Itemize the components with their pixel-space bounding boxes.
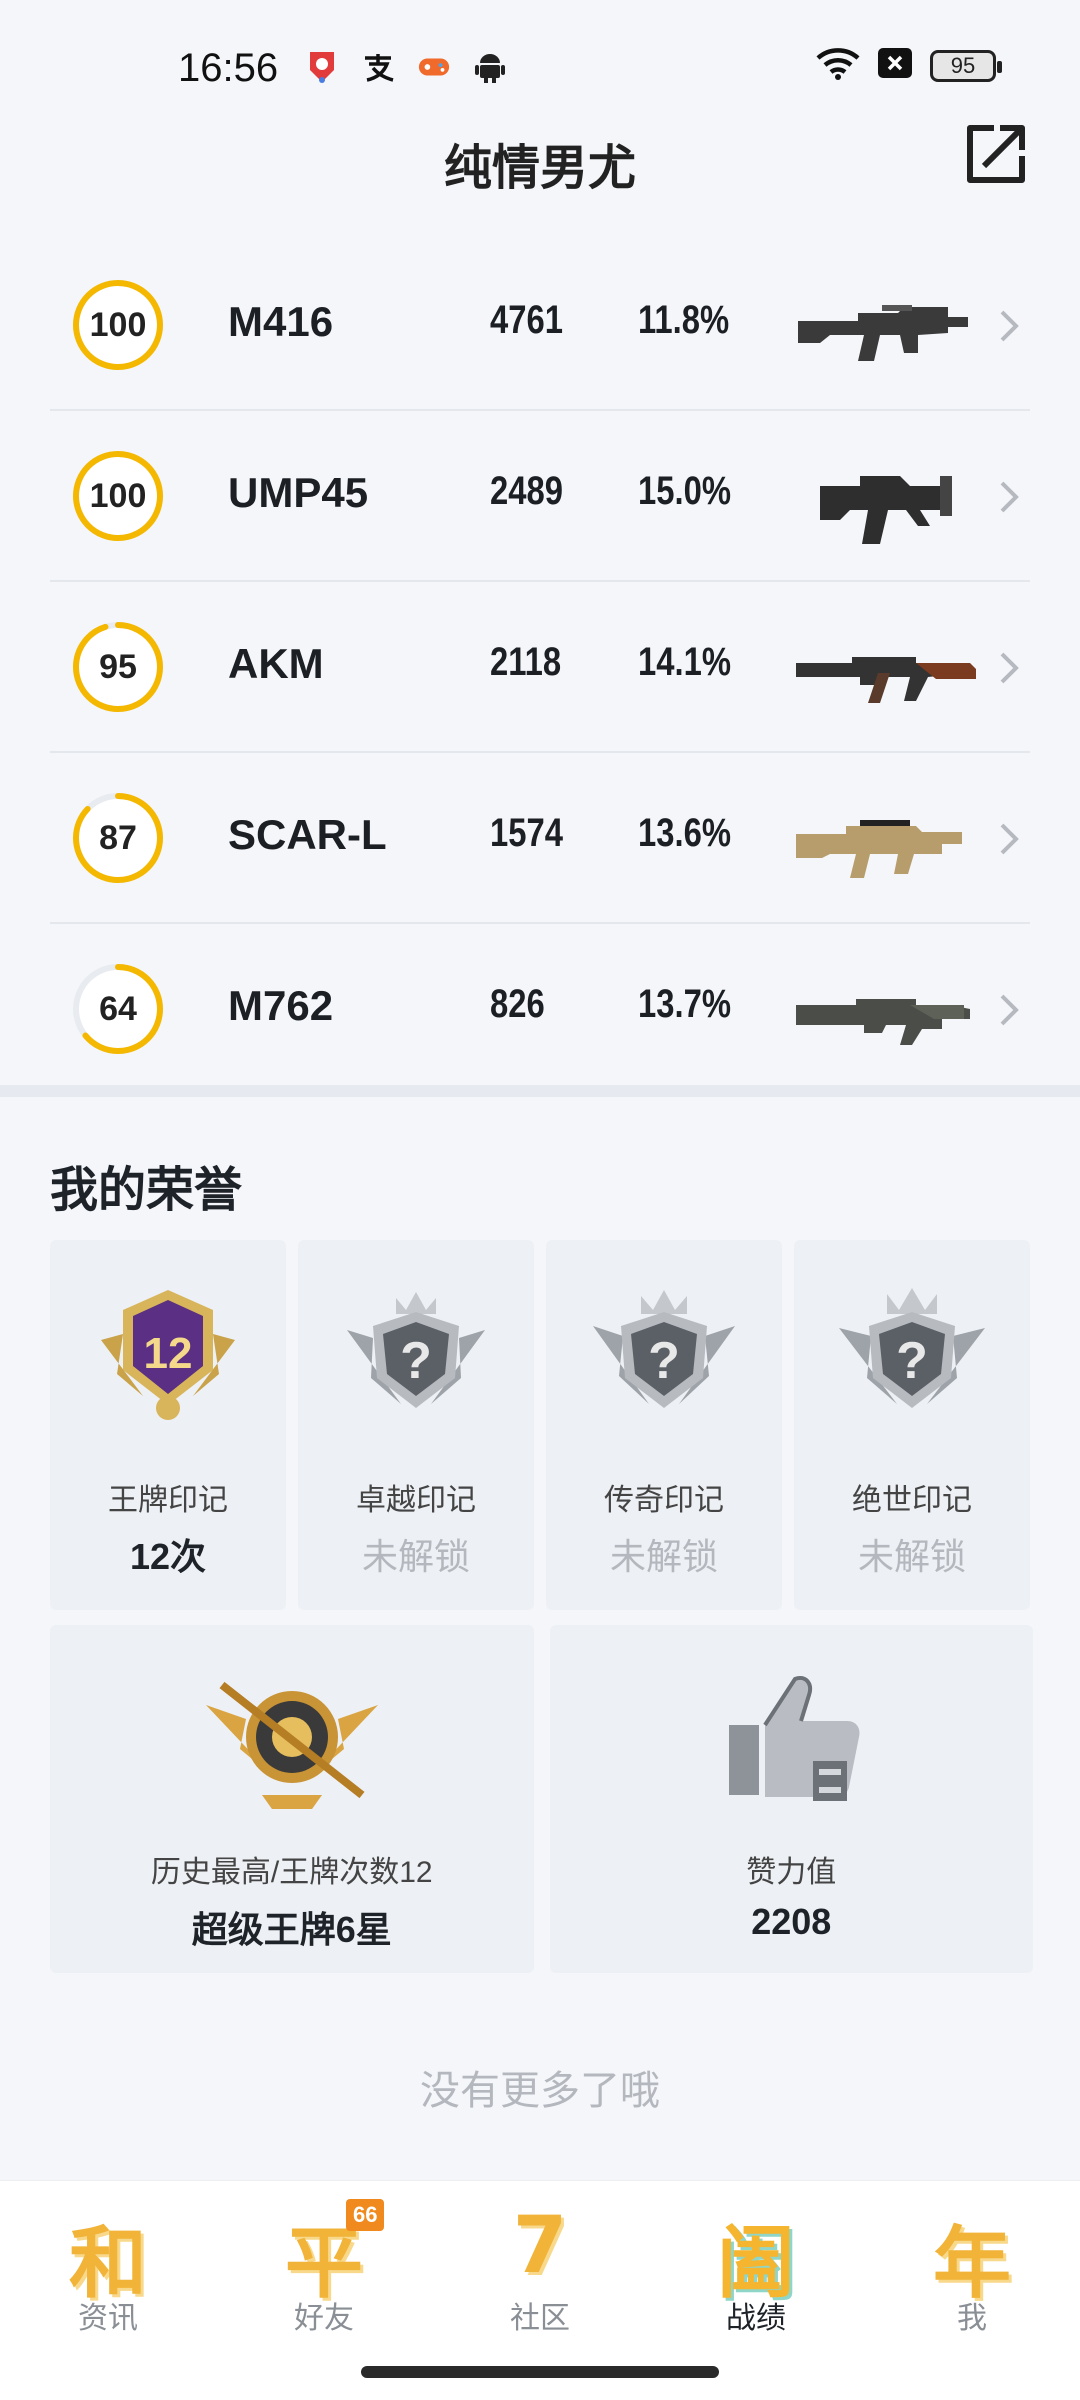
alipay-icon [361,50,395,84]
ace-rank-emblem-icon [202,1665,382,1815]
weapon-kills: 1574 [490,811,563,855]
chevron-right-icon [1000,823,1019,855]
chevron-right-icon [1000,994,1019,1026]
weapon-rate: 13.6% [638,811,732,855]
nav-friends[interactable]: 平 66 好友 [216,2181,432,2341]
thumbs-up-icon [701,1665,881,1815]
weapon-rate: 11.8% [638,298,730,342]
honor-label: 绝世印记 [852,1484,972,1517]
section-divider [0,1085,1080,1097]
svg-text:?: ? [400,1332,432,1390]
weapon-score: 100 [89,306,147,344]
nav-glyph-icon: 7 [512,2201,568,2291]
m762-rifle-icon [796,999,970,1045]
share-external-icon[interactable] [962,122,1028,188]
ace-mark-badge-icon: 12 [93,1280,243,1430]
weapon-rate: 13.7% [638,982,732,1026]
weapon-kills: 826 [490,982,545,1026]
page-title: 纯情男尤 [443,142,636,195]
weapon-kills: 4761 [490,298,563,342]
nav-label: 战绩 [726,2302,786,2335]
highest-rank-card[interactable]: 历史最高/王牌次数12 超级王牌6星 [50,1625,534,1973]
android-icon [473,50,507,84]
weapon-kills: 2118 [490,640,562,684]
status-bar: 16:56 95 [0,0,1080,120]
locked-badge-icon: ? [341,1280,491,1430]
weapon-name: M416 [228,298,334,345]
weapon-rate: 14.1% [638,640,732,684]
honor-value: 未解锁 [857,1536,966,1577]
honor-card-legend[interactable]: ? 传奇印记 未解锁 [546,1240,782,1610]
notification-badge: 66 [346,2199,385,2231]
nav-news[interactable]: 和 资讯 [0,2181,216,2341]
nav-label: 资讯 [78,2302,138,2335]
ump45-smg-icon [820,476,952,544]
ace-badge-number: 12 [144,1329,193,1378]
status-left-icons [305,50,507,84]
nav-label: 我 [957,2302,987,2335]
wifi-icon [816,46,860,85]
weapon-row[interactable]: 100 UMP45 2489 15.0% [50,411,1030,582]
honor-summary-grid: 历史最高/王牌次数12 超级王牌6星 赞力值 2208 [50,1625,1033,1973]
likes-label: 赞力值 [746,1856,837,1889]
m416-rifle-icon [798,305,968,361]
battery-indicator: 95 [930,49,1002,82]
nav-label: 社区 [510,2302,570,2335]
honors-title: 我的荣誉 [50,1164,243,1217]
honor-badges-grid: 12 王牌印记 12次 ? 卓越印记 未解锁 ? 传奇印记 未解锁 ? 绝世印记… [50,1240,1033,1610]
nav-records[interactable]: 阖 战绩 [648,2181,864,2341]
nav-label: 好友 [294,2302,354,2335]
weapon-score: 100 [89,477,147,515]
weapon-score: 87 [99,819,137,857]
honor-value: 未解锁 [609,1536,718,1577]
scar-l-rifle-icon [796,820,962,878]
highest-rank-value: 超级王牌6星 [191,1909,392,1950]
weapon-name: AKM [228,640,324,687]
locked-badge-icon: ? [837,1280,987,1430]
chevron-right-icon [1000,310,1019,342]
weapon-row[interactable]: 95 AKM 2118 14.1% [50,582,1030,753]
locked-badge-icon: ? [589,1280,739,1430]
nav-community[interactable]: 7 社区 [432,2181,648,2341]
weapon-score: 95 [99,648,137,686]
likes-card[interactable]: 赞力值 2208 [549,1625,1033,1973]
weapon-name: UMP45 [228,469,369,516]
weapon-name: SCAR-L [228,811,387,858]
status-time: 16:56 [178,46,279,90]
honor-card-ace[interactable]: 12 王牌印记 12次 [50,1240,286,1610]
akm-rifle-icon [796,657,976,703]
highest-rank-label: 历史最高/王牌次数12 [150,1856,433,1889]
weapon-rate: 15.0% [638,469,732,513]
honor-value: 12次 [129,1536,207,1577]
weapon-kills: 2489 [490,469,563,513]
likes-value: 2208 [751,1901,832,1942]
honor-value: 未解锁 [361,1536,470,1577]
game-icon [417,50,451,84]
honor-label: 卓越印记 [356,1484,476,1517]
honor-card-excellence[interactable]: ? 卓越印记 未解锁 [298,1240,534,1610]
weapon-row[interactable]: 64 M762 826 13.7% [50,924,1030,1095]
end-of-list-text: 没有更多了哦 [420,2069,660,2113]
home-indicator[interactable] [361,2366,719,2378]
weapon-score: 64 [99,990,137,1028]
honor-label: 传奇印记 [604,1484,724,1517]
weapon-row[interactable]: 87 SCAR-L 1574 13.6% [50,753,1030,924]
honor-label: 王牌印记 [108,1484,228,1517]
close-box-icon [878,48,912,83]
svg-text:?: ? [896,1332,928,1390]
weapon-row[interactable]: 100 M416 4761 11.8% [50,240,1030,411]
weapon-list: 100 M416 4761 11.8% 100 UMP45 2489 15.0%… [0,240,1080,1095]
chevron-right-icon [1000,481,1019,513]
page: 16:56 95 纯情男尤 100 M416 4761 11.8% 100 UM… [0,0,1080,2400]
honor-card-peerless[interactable]: ? 绝世印记 未解锁 [794,1240,1030,1610]
nav-me[interactable]: 年 我 [864,2181,1080,2341]
status-right-icons: 95 [816,46,1002,85]
app-badge-icon [305,50,339,84]
weapon-name: M762 [228,982,334,1029]
svg-text:?: ? [648,1332,680,1390]
chevron-right-icon [1000,652,1019,684]
